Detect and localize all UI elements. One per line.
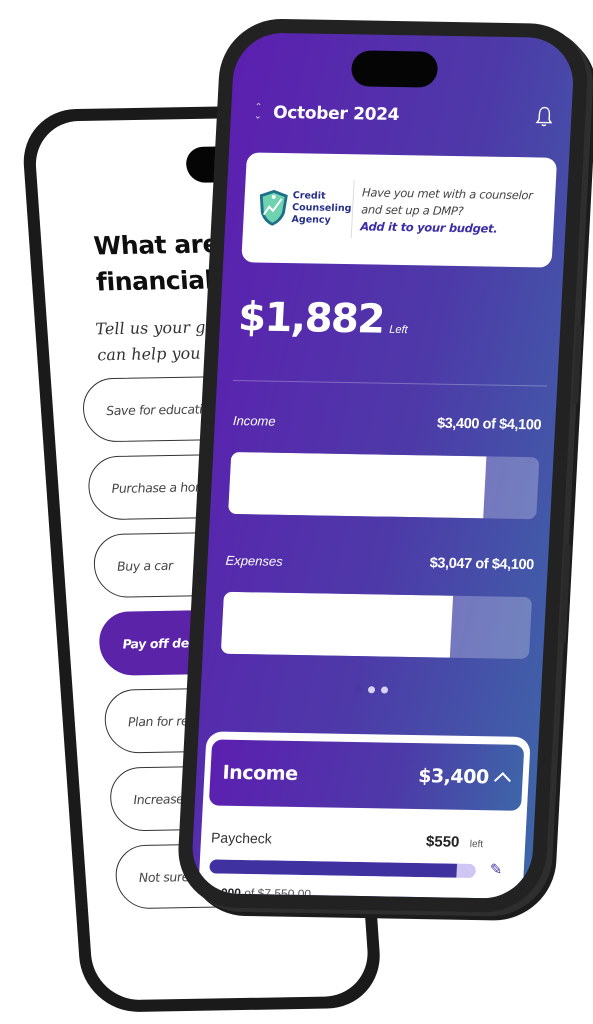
income-line-item: Paycheck $550 left <box>211 829 484 852</box>
logo-line: Credit <box>292 190 326 202</box>
expenses-progress-bar <box>220 591 533 660</box>
paycheck-progress-bar <box>209 859 477 879</box>
page-dot[interactable] <box>354 686 362 694</box>
expenses-meter-label: Expenses <box>225 552 284 569</box>
remaining-amount: $1,882 <box>237 294 385 343</box>
dynamic-island <box>350 50 439 88</box>
chevron-up-icon[interactable] <box>493 772 511 790</box>
remaining-label: Left <box>388 323 408 337</box>
income-meter-label: Income <box>232 413 277 429</box>
expenses-meter-header: Expenses $3,047 of $4,100 <box>225 552 534 573</box>
income-progress-fill <box>228 451 487 519</box>
line-item-remaining-label: left <box>469 838 484 851</box>
month-selector[interactable]: October 2024 <box>273 103 400 125</box>
paycheck-progress-fill <box>209 859 457 878</box>
credit-counseling-logo: Credit Counseling Agency <box>243 188 352 228</box>
income-meter-value: $3,400 of $4,100 <box>436 415 542 434</box>
page-dot[interactable] <box>380 686 388 694</box>
income-section-total: $3,400 <box>417 765 490 789</box>
income-progress-bar <box>228 451 540 520</box>
income-section-title: Income <box>221 761 299 785</box>
page-dot[interactable] <box>367 686 375 694</box>
income-meter-header: Income $3,400 of $4,100 <box>233 412 542 433</box>
promo-divider <box>350 180 355 239</box>
budget-screen: ⌃ ⌄ October 2024 Credit Counseling Agency <box>190 32 576 899</box>
divider <box>233 380 548 387</box>
chevron-up-down-icon[interactable]: ⌃ ⌄ <box>253 102 264 121</box>
dmp-promo-card[interactable]: Credit Counseling Agency Have you met wi… <box>241 152 558 268</box>
shield-icon <box>259 189 288 226</box>
line-item-name: Paycheck <box>210 829 273 847</box>
income-section: Income $3,400 Paycheck $550 left ✎ $7,00… <box>198 731 531 899</box>
budget-phone: ⌃ ⌄ October 2024 Credit Counseling Agency <box>175 18 591 914</box>
expenses-progress-fill <box>220 591 453 658</box>
add-to-budget-link[interactable]: Add it to your budget. <box>360 218 554 238</box>
page-indicator <box>201 683 542 696</box>
edit-pencil-icon[interactable]: ✎ <box>489 860 506 878</box>
promo-copy: Have you met with a counselor and set up… <box>360 184 556 238</box>
month-header: ⌃ ⌄ October 2024 <box>230 86 573 148</box>
remaining-balance: $1,882 Left <box>237 294 409 343</box>
bell-icon[interactable] <box>535 105 554 127</box>
option-label: Buy a car <box>116 557 174 574</box>
expenses-meter-value: $3,047 of $4,100 <box>429 555 535 574</box>
logo-line: Counseling <box>291 202 352 215</box>
promo-message: Have you met with a counselor and set up… <box>360 184 534 218</box>
line-item-remaining: $550 <box>425 833 460 851</box>
logo-text: Credit Counseling Agency <box>291 190 352 227</box>
income-section-header[interactable]: Income $3,400 <box>208 739 525 811</box>
logo-line: Agency <box>291 214 332 226</box>
